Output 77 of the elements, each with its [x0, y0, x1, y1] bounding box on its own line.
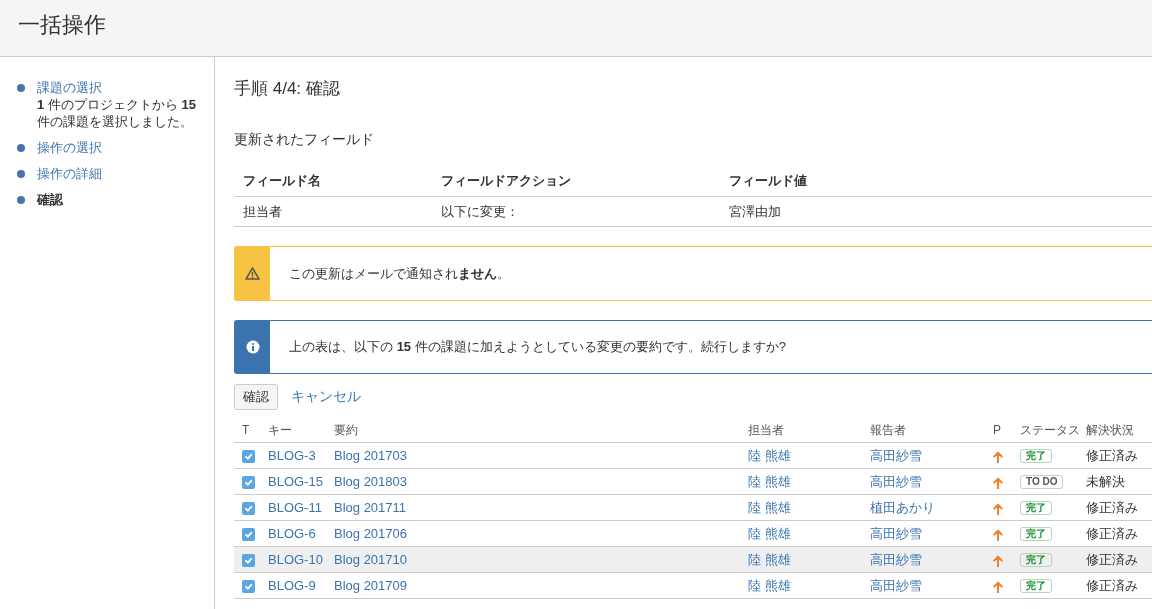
issue-key-link[interactable]: BLOG-9 [268, 578, 316, 593]
up-arrow-icon [993, 554, 1003, 567]
checkbox[interactable] [242, 502, 255, 516]
up-arrow-icon [993, 580, 1003, 593]
message-text: 上の表は、以下の 15 件の課題に加えようとしている変更の要約です。続行しますか? [289, 338, 786, 356]
column-header: 担当者 [748, 422, 784, 437]
status-lozenge: 完了 [1020, 449, 1052, 464]
confirm-button[interactable]: 確認 [234, 384, 278, 410]
issue-key-link[interactable]: BLOG-6 [268, 526, 316, 541]
column-header: P [993, 423, 1001, 437]
resolution-text: 修正済み [1086, 525, 1138, 541]
up-arrow-icon [993, 476, 1003, 489]
column-header: フィールドアクション [441, 172, 571, 188]
column-header: フィールド値 [729, 172, 807, 188]
resolution-text: 修正済み [1086, 447, 1138, 463]
bullet-icon [17, 144, 25, 152]
assignee-link[interactable]: 陸 熊雄 [748, 577, 791, 593]
issue-summary-link[interactable]: Blog 201703 [334, 448, 407, 463]
step-link[interactable]: 課題の選択 [37, 79, 102, 96]
status-lozenge: TO DO [1020, 475, 1064, 490]
resolution-text: 修正済み [1086, 577, 1138, 593]
assignee-link[interactable]: 陸 熊雄 [748, 499, 791, 515]
column-header: 報告者 [870, 422, 906, 437]
issue-summary-link[interactable]: Blog 201711 [334, 500, 407, 515]
reporter-link[interactable]: 高田紗雪 [870, 473, 922, 489]
column-header: 要約 [334, 422, 358, 437]
resolution-text: 修正済み [1086, 551, 1138, 567]
issue-summary-link[interactable]: Blog 201710 [334, 552, 407, 567]
page-title: 一括操作 [18, 11, 106, 39]
checkbox[interactable] [242, 450, 255, 464]
current-step: 確認 [37, 191, 63, 208]
reporter-link[interactable]: 高田紗雪 [870, 577, 922, 593]
section-title: 更新されたフィールド [234, 130, 374, 149]
status-lozenge: 完了 [1020, 501, 1052, 516]
issue-key-link[interactable]: BLOG-15 [268, 474, 323, 489]
reporter-link[interactable]: 高田紗雪 [870, 447, 922, 463]
bullet-icon [17, 84, 25, 92]
resolution-text: 修正済み [1086, 499, 1138, 515]
assignee-link[interactable]: 陸 熊雄 [748, 525, 791, 541]
checkbox[interactable] [242, 528, 255, 542]
info-icon [245, 340, 260, 354]
bullet-icon [17, 196, 25, 204]
column-header: 解決状況 [1086, 422, 1134, 437]
step-description: 1 件のプロジェクトから 15 件の課題を選択しました。 [37, 96, 197, 130]
checkbox[interactable] [242, 580, 255, 594]
step-heading: 手順 4/4: 確認 [234, 78, 340, 100]
reporter-link[interactable]: 植田あかり [870, 499, 935, 515]
checkbox[interactable] [242, 554, 255, 568]
assignee-link[interactable]: 陸 熊雄 [748, 473, 791, 489]
table-cell: 宮澤由加 [729, 203, 781, 219]
up-arrow-icon [993, 502, 1003, 515]
warning-icon [245, 267, 260, 280]
resolution-text: 未解決 [1086, 473, 1125, 489]
step-link[interactable]: 操作の詳細 [37, 165, 102, 182]
issue-key-link[interactable]: BLOG-11 [268, 500, 322, 515]
issue-key-link[interactable]: BLOG-3 [268, 448, 316, 463]
reporter-link[interactable]: 高田紗雪 [870, 525, 922, 541]
checkbox[interactable] [242, 476, 255, 490]
issue-summary-link[interactable]: Blog 201709 [334, 578, 407, 593]
bullet-icon [17, 170, 25, 178]
assignee-link[interactable]: 陸 熊雄 [748, 447, 791, 463]
message-text: この更新はメールで通知されません。 [289, 264, 510, 283]
table-cell: 以下に変更： [441, 203, 519, 219]
issue-summary-link[interactable]: Blog 201706 [334, 526, 407, 541]
column-header: キー [268, 422, 292, 437]
up-arrow-icon [993, 450, 1003, 463]
step-link[interactable]: 操作の選択 [37, 139, 102, 156]
status-lozenge: 完了 [1020, 579, 1052, 594]
up-arrow-icon [993, 528, 1003, 541]
issue-summary-link[interactable]: Blog 201803 [334, 474, 407, 489]
table-cell: 担当者 [243, 203, 282, 219]
column-header: T [242, 423, 250, 437]
column-header: ステータス [1020, 422, 1080, 437]
column-header: フィールド名 [243, 172, 321, 188]
cancel-link[interactable]: キャンセル [291, 388, 361, 406]
status-lozenge: 完了 [1020, 553, 1052, 568]
status-lozenge: 完了 [1020, 527, 1052, 542]
